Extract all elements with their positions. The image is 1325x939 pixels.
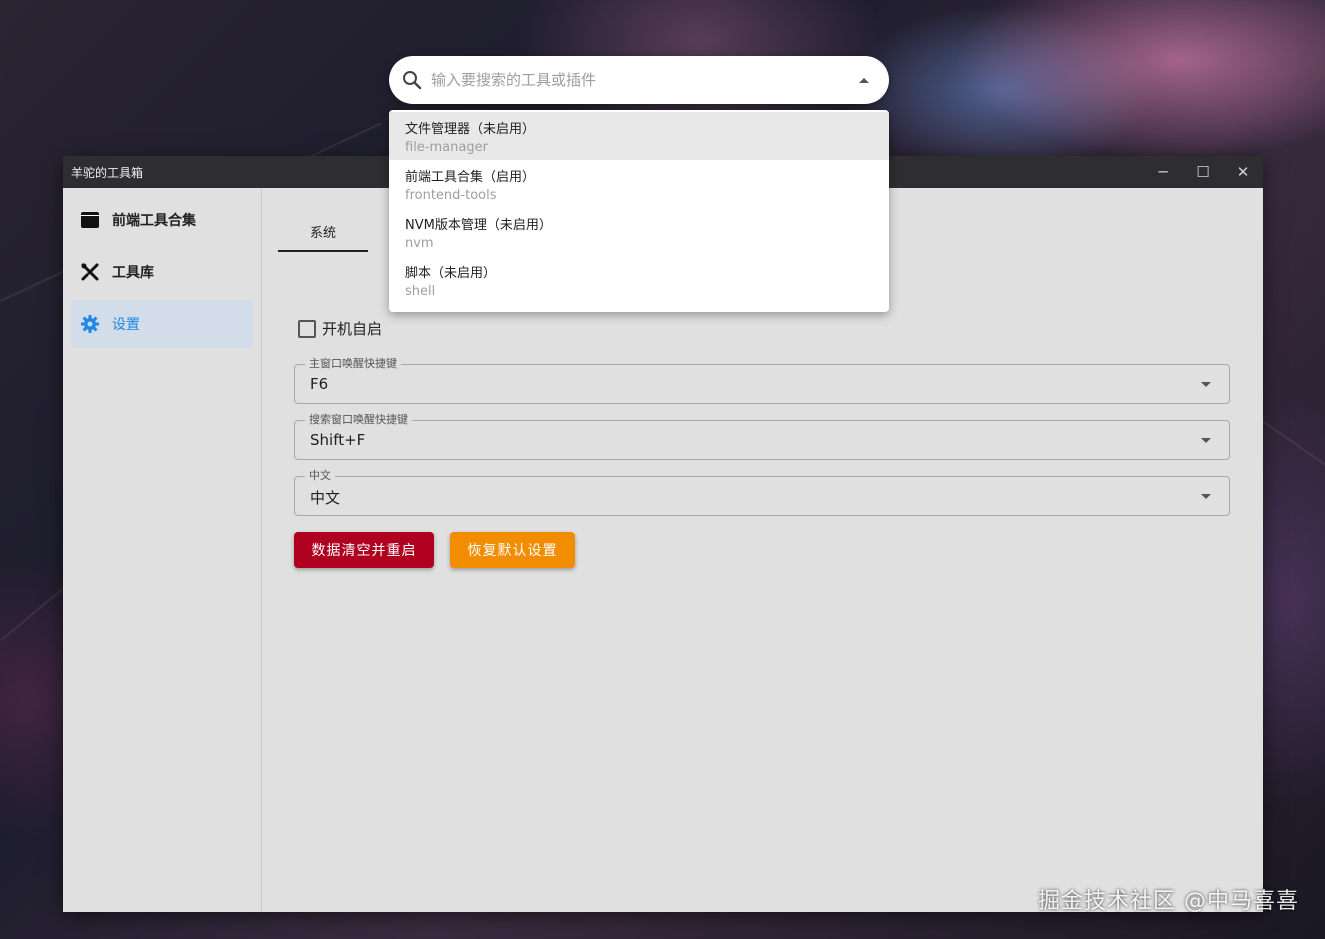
sidebar-item-label: 设置 <box>112 317 140 333</box>
list-item[interactable]: 脚本（未启用） shell <box>389 256 889 304</box>
chevron-down-icon <box>1201 382 1211 387</box>
sidebar-item-frontend-tools[interactable]: 前端工具合集 <box>71 196 253 244</box>
watermark: 掘金技术社区 @中马喜喜 <box>1038 889 1299 914</box>
sidebar-item-tool-library[interactable]: 工具库 <box>71 248 253 296</box>
search-hotkey-label: 搜索窗口唤醒快捷键 <box>305 412 412 428</box>
list-item[interactable]: 文件管理器（未启用） file-manager <box>389 112 889 160</box>
sidebar-item-settings[interactable]: 设置 <box>71 300 253 348</box>
background-streak <box>1261 420 1325 491</box>
tab-system[interactable]: 系统 <box>278 212 368 252</box>
sidebar: 前端工具合集 工具库 设置 <box>63 188 262 912</box>
result-id: file-manager <box>405 140 488 155</box>
search-hotkey-select[interactable]: 搜索窗口唤醒快捷键 Shift+F <box>294 412 1230 460</box>
result-id: nvm <box>405 236 434 251</box>
tab-bar: 系统 <box>278 212 368 252</box>
result-title: 脚本（未启用） <box>405 266 497 281</box>
sidebar-item-label: 前端工具合集 <box>112 213 196 229</box>
result-title: 前端工具合集（启用） <box>405 170 536 185</box>
autostart-option[interactable]: 开机自启 <box>298 318 382 339</box>
restore-defaults-button[interactable]: 恢复默认设置 <box>450 532 575 568</box>
search-icon <box>401 69 423 91</box>
close-button[interactable]: ✕ <box>1223 156 1263 188</box>
minimize-button[interactable]: ─ <box>1143 156 1183 188</box>
search-bar <box>389 56 889 104</box>
result-id: frontend-tools <box>405 188 497 203</box>
chevron-down-icon <box>1201 494 1211 499</box>
reset-data-button[interactable]: 数据清空并重启 <box>294 532 434 568</box>
search-results-dropdown: 文件管理器（未启用） file-manager 前端工具合集（启用） front… <box>389 110 889 312</box>
result-title: NVM版本管理（未启用） <box>405 218 552 233</box>
list-item[interactable]: 前端工具合集（启用） frontend-tools <box>389 160 889 208</box>
sidebar-item-label: 工具库 <box>112 265 154 281</box>
search-hotkey-value: Shift+F <box>310 431 366 449</box>
language-label: 中文 <box>305 468 335 484</box>
maximize-button[interactable]: ☐ <box>1183 156 1223 188</box>
list-item[interactable]: NVM版本管理（未启用） nvm <box>389 208 889 256</box>
tools-icon <box>80 262 100 282</box>
language-select[interactable]: 中文 中文 <box>294 468 1230 516</box>
main-hotkey-value: F6 <box>310 375 329 393</box>
window-icon <box>80 210 100 230</box>
main-hotkey-select[interactable]: 主窗口唤醒快捷键 F6 <box>294 356 1230 404</box>
language-value: 中文 <box>310 489 341 507</box>
gear-icon <box>80 314 100 334</box>
chevron-down-icon <box>1201 438 1211 443</box>
search-input[interactable] <box>431 71 859 89</box>
main-hotkey-label: 主窗口唤醒快捷键 <box>305 356 401 372</box>
result-title: 文件管理器（未启用） <box>405 122 536 137</box>
result-id: shell <box>405 284 436 299</box>
autostart-checkbox[interactable] <box>298 319 316 338</box>
autostart-label: 开机自启 <box>322 320 383 338</box>
chevron-up-icon[interactable] <box>859 77 869 83</box>
